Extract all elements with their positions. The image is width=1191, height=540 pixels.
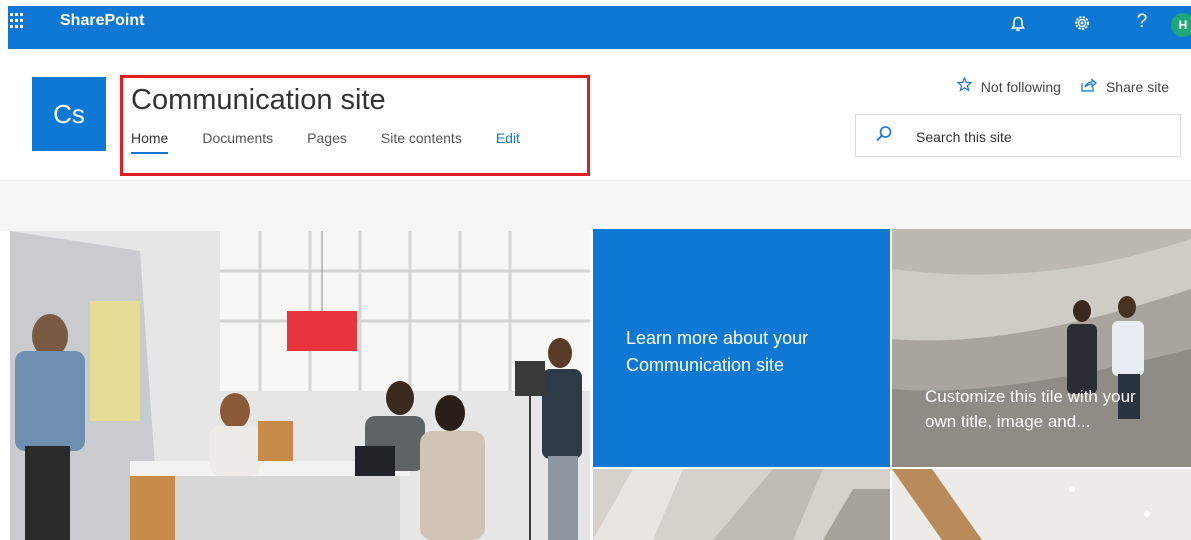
site-header: Cs Communication site Home Documents Pag… xyxy=(0,49,1191,181)
site-logo[interactable]: Cs xyxy=(32,77,106,151)
share-site-button[interactable]: Share site xyxy=(1081,77,1169,97)
bell-icon[interactable] xyxy=(1006,11,1030,35)
hero-tile-bottom-left[interactable] xyxy=(593,469,890,540)
ceiling-photo-image xyxy=(892,469,1191,540)
star-icon xyxy=(956,76,973,97)
tile-customize-text: Customize this tile with your own title,… xyxy=(925,387,1136,431)
site-navigation: Home Documents Pages Site contents Edit xyxy=(131,130,554,154)
site-actions: Not following Share site xyxy=(937,76,1169,97)
app-launcher-icon[interactable] xyxy=(10,13,26,29)
search-input[interactable] xyxy=(916,125,1156,149)
suite-bar: SharePoint ? H xyxy=(8,6,1191,49)
search-icon[interactable] xyxy=(875,125,892,142)
hero-tile-customize[interactable]: Customize this tile with your own title,… xyxy=(892,229,1191,467)
gear-icon[interactable] xyxy=(1070,11,1094,35)
share-icon xyxy=(1081,77,1097,97)
help-icon[interactable]: ? xyxy=(1130,11,1154,35)
share-label: Share site xyxy=(1105,79,1169,95)
hero-top-band xyxy=(0,181,1191,231)
nav-edit[interactable]: Edit xyxy=(496,130,520,154)
hero-main-tile[interactable] xyxy=(10,231,590,540)
nav-pages[interactable]: Pages xyxy=(307,130,347,154)
nav-home[interactable]: Home xyxy=(131,130,169,154)
nav-documents[interactable]: Documents xyxy=(202,130,273,154)
avatar[interactable]: H xyxy=(1171,13,1191,37)
site-title[interactable]: Communication site xyxy=(131,84,386,117)
tile-learn-more-text: Learn more about your Communication site xyxy=(626,328,809,375)
hero-tile-learn-more[interactable]: Learn more about your Communication site xyxy=(593,229,890,467)
follow-label: Not following xyxy=(980,79,1061,95)
site-search-box[interactable] xyxy=(855,114,1181,157)
meeting-photo-image xyxy=(10,231,590,540)
follow-button[interactable]: Not following xyxy=(956,76,1061,97)
hero-tile-bottom-right[interactable] xyxy=(892,469,1191,540)
nav-site-contents[interactable]: Site contents xyxy=(381,130,462,154)
architecture-photo-image xyxy=(593,469,890,540)
app-name[interactable]: SharePoint xyxy=(60,12,144,30)
